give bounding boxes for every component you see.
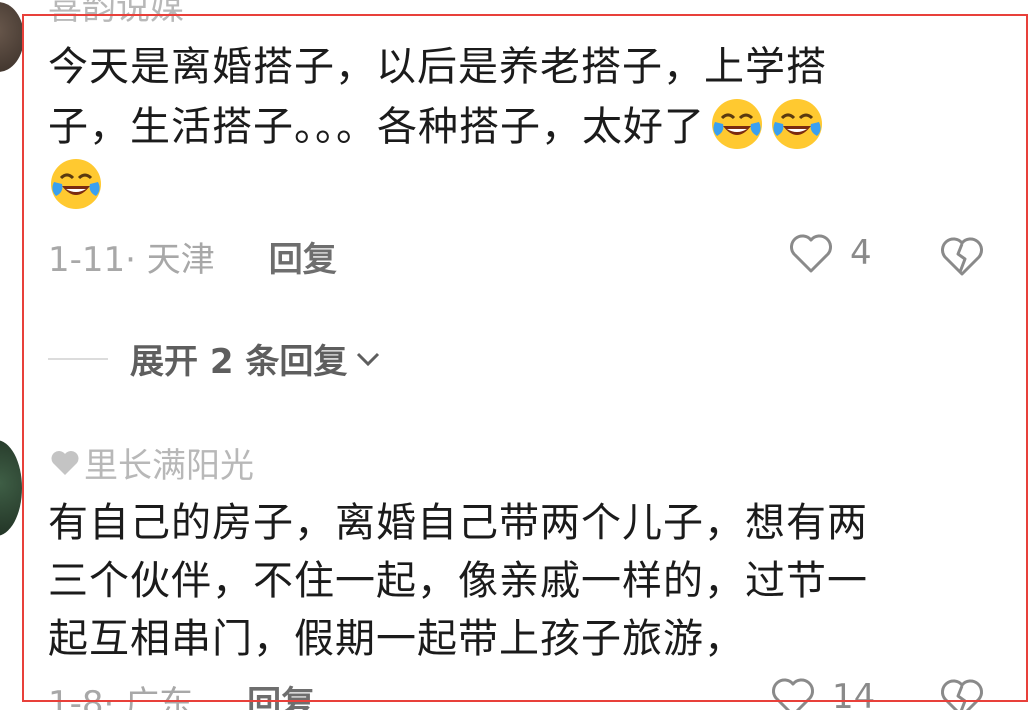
divider xyxy=(48,357,108,360)
heart-icon[interactable] xyxy=(770,676,816,710)
comment-line: 今天是离婚搭子，以后是养老搭子，上学搭 xyxy=(48,44,827,90)
comment-line: 三个伙伴，不住一起，像亲戚一样的，过节一 xyxy=(48,558,868,604)
comment-line: 子，生活搭子。。。各种搭子，太好了 xyxy=(48,104,705,150)
broken-heart-icon[interactable] xyxy=(938,676,986,710)
like-count: 14 xyxy=(832,677,876,710)
reply-button[interactable]: 回复 xyxy=(269,232,337,281)
comment-username[interactable]: 里长满阳光 xyxy=(84,438,254,487)
laughing-crying-emoji-icon xyxy=(772,99,822,149)
like-group[interactable]: 4 xyxy=(788,232,872,274)
comment-line: 起互相串门，假期一起带上孩子旅游， xyxy=(48,616,745,662)
comment-line-with-emoji: 子，生活搭子。。。各种搭子，太好了 xyxy=(48,96,968,156)
expand-replies-label[interactable]: 展开 2 条回复 xyxy=(130,334,347,383)
comment-username[interactable]: 喜韵说媒 xyxy=(48,0,184,29)
emoji-line xyxy=(48,156,968,216)
reply-button[interactable]: 回复 xyxy=(247,676,315,710)
comment-meta: 1-8· 广东 回复 xyxy=(48,676,315,710)
like-group[interactable]: 14 xyxy=(770,676,875,710)
comment-date-location: 1-8· 广东 xyxy=(48,684,194,710)
avatar[interactable] xyxy=(0,440,22,536)
comment-date-location: 1-11· 天津 xyxy=(48,240,215,280)
laughing-crying-emoji-icon xyxy=(712,99,762,149)
laughing-crying-emoji-icon xyxy=(51,159,101,209)
comment-meta: 1-11· 天津 回复 xyxy=(48,232,337,281)
heart-icon[interactable] xyxy=(788,232,834,274)
broken-heart-icon[interactable] xyxy=(938,234,986,278)
avatar[interactable] xyxy=(0,2,24,72)
like-count: 4 xyxy=(850,233,872,273)
comment-text: 今天是离婚搭子，以后是养老搭子，上学搭 子，生活搭子。。。各种搭子，太好了 xyxy=(48,38,968,216)
comment-line: 有自己的房子，离婚自己带两个儿子，想有两 xyxy=(48,500,868,546)
comment-username-row[interactable]: 里长满阳光 xyxy=(50,438,254,487)
comment-text: 有自己的房子，离婚自己带两个儿子，想有两 三个伙伴，不住一起，像亲戚一样的，过节… xyxy=(48,494,968,668)
chevron-down-icon[interactable] xyxy=(353,348,383,370)
expand-replies[interactable]: 展开 2 条回复 xyxy=(48,334,383,383)
heart-icon xyxy=(51,450,79,475)
